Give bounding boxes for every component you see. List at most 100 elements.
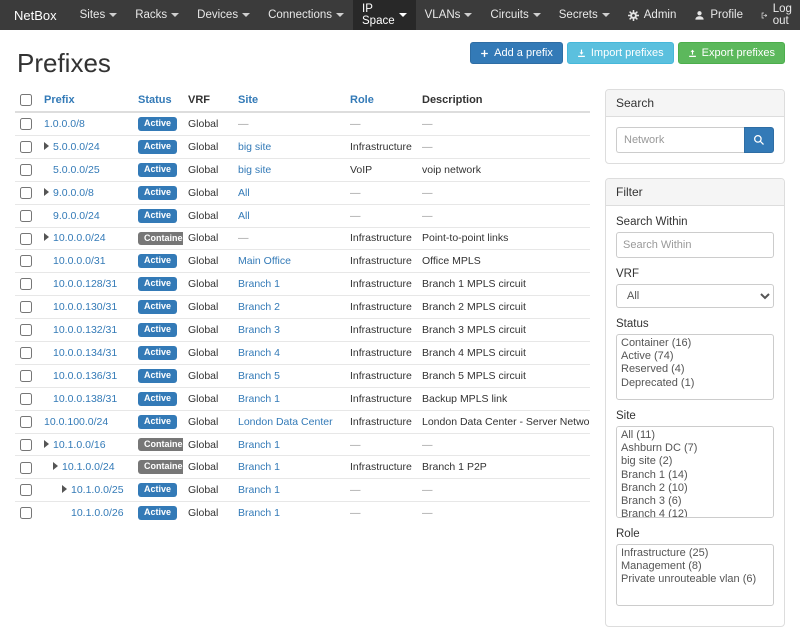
option[interactable]: Deprecated (1) [619,377,771,390]
vrf-select[interactable]: All [616,284,774,308]
site-link[interactable]: Main Office [238,255,291,267]
prefix-link[interactable]: 10.0.0.0/31 [53,255,106,267]
row-checkbox[interactable] [20,347,32,359]
row-checkbox[interactable] [20,507,32,519]
row-checkbox[interactable] [20,187,32,199]
nav-item-ip-space[interactable]: IP Space [353,0,416,30]
row-checkbox[interactable] [20,255,32,267]
row-checkbox[interactable] [20,278,32,290]
row-checkbox[interactable] [20,462,32,474]
add-prefix-button[interactable]: Add a prefix [470,42,563,64]
prefix-link[interactable]: 10.0.0.136/31 [53,370,117,382]
prefix-link[interactable]: 10.0.100.0/24 [44,416,108,428]
nav-item-devices[interactable]: Devices [188,0,259,30]
prefix-link[interactable]: 10.0.0.134/31 [53,347,117,359]
row-checkbox[interactable] [20,416,32,428]
row-checkbox[interactable] [20,301,32,313]
option[interactable]: Container (16) [619,337,771,350]
option[interactable]: Private unrouteable vlan (6) [619,573,771,586]
nav-item-sites[interactable]: Sites [71,0,127,30]
nav-item-connections[interactable]: Connections [259,0,353,30]
prefix-link[interactable]: 10.0.0.128/31 [53,278,117,290]
prefix-link[interactable]: 10.1.0.0/26 [71,507,124,519]
prefix-link[interactable]: 5.0.0.0/25 [53,164,100,176]
site-link[interactable]: Branch 1 [238,507,280,519]
expand-children-icon[interactable] [44,233,49,241]
site-link[interactable]: Branch 1 [238,278,280,290]
site-link[interactable]: London Data Center [238,416,333,428]
row-checkbox[interactable] [20,141,32,153]
export-prefixes-button[interactable]: Export prefixes [678,42,785,64]
column-header-site[interactable]: Site [233,89,345,112]
role-listbox[interactable]: Infrastructure (25)Management (8)Private… [616,544,774,606]
admin-link[interactable]: Admin [619,0,686,30]
option[interactable]: All (11) [619,429,771,442]
option[interactable]: Active (74) [619,350,771,363]
prefix-link[interactable]: 10.0.0.132/31 [53,324,117,336]
expand-children-icon[interactable] [44,188,49,196]
option[interactable]: Branch 4 (12) [619,508,771,518]
site-link[interactable]: Branch 1 [238,484,280,496]
profile-link[interactable]: Profile [685,0,752,30]
row-checkbox[interactable] [20,439,32,451]
site-link[interactable]: Branch 1 [238,461,280,473]
prefix-link[interactable]: 1.0.0.0/8 [44,118,85,130]
site-listbox[interactable]: All (11)Ashburn DC (7)big site (2)Branch… [616,426,774,518]
row-checkbox[interactable] [20,370,32,382]
site-link[interactable]: Branch 1 [238,439,280,451]
site-link[interactable]: big site [238,141,271,153]
row-checkbox[interactable] [20,118,32,130]
expand-children-icon[interactable] [62,485,67,493]
prefix-link[interactable]: 10.0.0.138/31 [53,393,117,405]
prefix-link[interactable]: 10.1.0.0/25 [71,484,124,496]
prefix-link[interactable]: 5.0.0.0/24 [53,141,100,153]
nav-item-secrets[interactable]: Secrets [550,0,619,30]
option[interactable]: Branch 1 (14) [619,469,771,482]
row-checkbox[interactable] [20,393,32,405]
prefix-link[interactable]: 10.0.0.130/31 [53,301,117,313]
option[interactable]: Branch 2 (10) [619,482,771,495]
expand-children-icon[interactable] [53,462,58,470]
site-link[interactable]: Branch 3 [238,324,280,336]
option[interactable]: Ashburn DC (7) [619,442,771,455]
option[interactable]: Infrastructure (25) [619,547,771,560]
site-link[interactable]: Branch 2 [238,301,280,313]
row-checkbox[interactable] [20,233,32,245]
prefix-link[interactable]: 10.1.0.0/24 [62,461,115,473]
site-link[interactable]: All [238,210,250,222]
search-input[interactable] [616,127,744,153]
row-checkbox[interactable] [20,324,32,336]
option[interactable]: Branch 3 (6) [619,495,771,508]
site-link[interactable]: Branch 1 [238,393,280,405]
logout-link[interactable]: Log out [752,0,800,30]
column-header-status[interactable]: Status [133,89,183,112]
nav-item-circuits[interactable]: Circuits [481,0,549,30]
row-checkbox[interactable] [20,484,32,496]
site-link[interactable]: All [238,187,250,199]
expand-children-icon[interactable] [44,142,49,150]
prefix-link[interactable]: 10.1.0.0/16 [53,439,106,451]
vrf-value: Global [188,439,218,451]
row-checkbox[interactable] [20,164,32,176]
expand-children-icon[interactable] [44,440,49,448]
prefix-link[interactable]: 10.0.0.0/24 [53,232,106,244]
nav-item-vlans[interactable]: VLANs [416,0,482,30]
column-header-prefix[interactable]: Prefix [39,89,133,112]
search-within-input[interactable] [616,232,774,258]
brand-logo[interactable]: NetBox [0,0,71,30]
search-button[interactable] [744,127,774,153]
prefix-link[interactable]: 9.0.0.0/8 [53,187,94,199]
option[interactable]: big site (2) [619,455,771,468]
option[interactable]: Management (8) [619,560,771,573]
site-link[interactable]: Branch 5 [238,370,280,382]
site-link[interactable]: Branch 4 [238,347,280,359]
import-prefixes-button[interactable]: Import prefixes [567,42,674,64]
prefix-link[interactable]: 9.0.0.0/24 [53,210,100,222]
row-checkbox[interactable] [20,210,32,222]
nav-item-racks[interactable]: Racks [126,0,188,30]
select-all-checkbox[interactable] [20,94,32,106]
status-listbox[interactable]: Container (16)Active (74)Reserved (4)Dep… [616,334,774,400]
column-header-role[interactable]: Role [345,89,417,112]
site-link[interactable]: big site [238,164,271,176]
option[interactable]: Reserved (4) [619,363,771,376]
